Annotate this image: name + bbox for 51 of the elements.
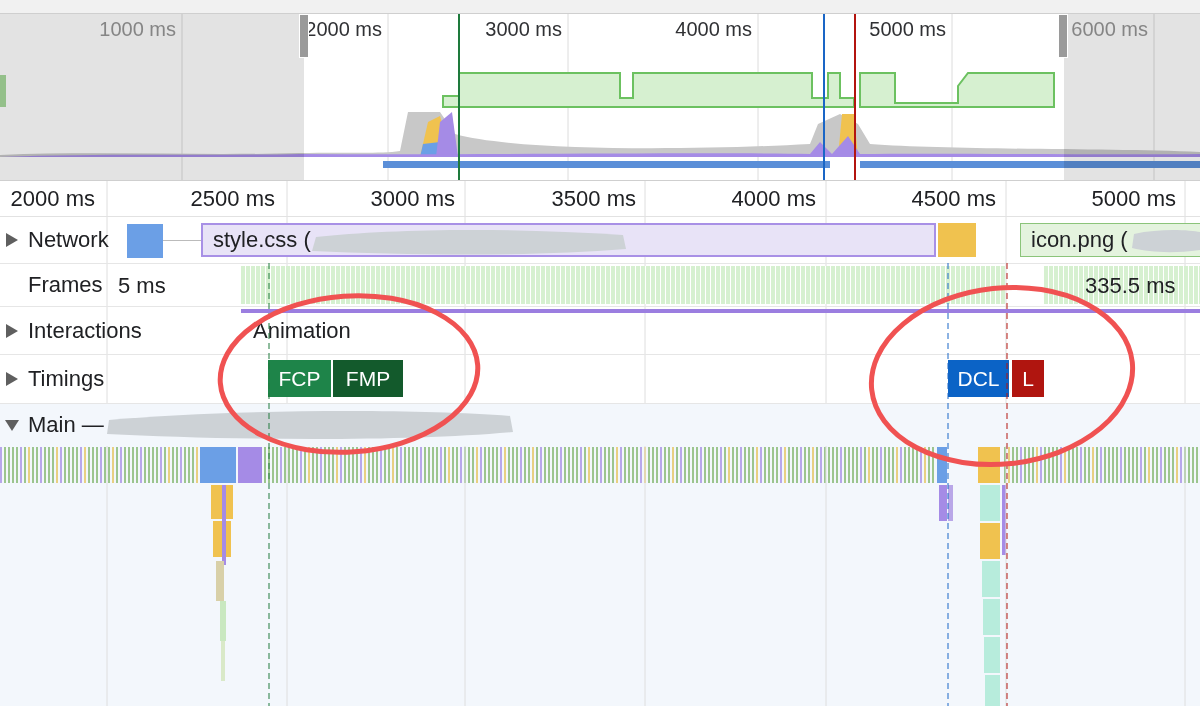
request-bar xyxy=(127,224,163,258)
time-label: 4000 ms xyxy=(675,18,752,41)
task-bar[interactable] xyxy=(937,447,947,483)
redaction-smudge xyxy=(1130,228,1200,254)
time-label: 2000 ms xyxy=(10,186,95,212)
task-bar[interactable] xyxy=(948,485,953,521)
request-name: icon.png ( xyxy=(1031,227,1128,253)
frame-duration: 335.5 ms xyxy=(1085,273,1176,299)
expand-arrow-icon[interactable] xyxy=(5,233,19,247)
interaction-label: Animation xyxy=(253,318,351,344)
time-label: 3000 ms xyxy=(485,18,562,41)
track-label: Frames xyxy=(28,272,103,298)
expand-arrow-icon[interactable] xyxy=(5,372,19,386)
task-bar[interactable] xyxy=(220,601,226,641)
request-bar xyxy=(938,223,976,257)
track-label: Network xyxy=(28,227,109,253)
task-bar[interactable] xyxy=(221,641,225,681)
timing-marker[interactable]: FCP xyxy=(268,360,331,397)
expand-arrow-icon[interactable] xyxy=(5,323,19,338)
time-label: 4000 ms xyxy=(731,186,816,212)
timing-marker[interactable]: FMP xyxy=(333,360,403,397)
task-bar[interactable] xyxy=(980,523,1000,559)
time-label: 3000 ms xyxy=(370,186,455,212)
track-label: Interactions xyxy=(28,317,142,344)
task-bar[interactable] xyxy=(984,637,1000,673)
timing-marker[interactable]: L xyxy=(1012,360,1044,397)
expand-arrow-icon[interactable] xyxy=(5,418,19,432)
task-bar[interactable] xyxy=(1002,485,1006,555)
task-bar[interactable] xyxy=(939,485,947,521)
track-label: Timings xyxy=(28,366,105,392)
time-label: 4500 ms xyxy=(911,186,996,212)
task-bar[interactable] xyxy=(985,675,1000,706)
task-bar[interactable] xyxy=(216,561,224,601)
time-label: 3500 ms xyxy=(551,186,636,212)
track-label: Main — xyxy=(28,412,104,438)
task-bar[interactable] xyxy=(238,447,262,483)
request-name: style.css ( xyxy=(213,227,311,253)
frame-duration: 5 ms xyxy=(118,273,166,299)
time-label: 1000 ms xyxy=(99,18,176,41)
task-bar[interactable] xyxy=(983,599,1000,635)
task-bar[interactable] xyxy=(222,485,226,565)
selection-handle[interactable] xyxy=(1058,14,1068,58)
time-label: 5000 ms xyxy=(1091,186,1176,212)
time-label: 2500 ms xyxy=(190,186,275,212)
time-label: 5000 ms xyxy=(869,18,946,41)
selection-handle[interactable] xyxy=(299,14,309,58)
task-bar[interactable] xyxy=(982,561,1000,597)
task-bar[interactable] xyxy=(200,447,236,483)
time-label: 6000 ms xyxy=(1071,18,1148,41)
task-bar[interactable] xyxy=(980,485,1000,521)
timing-marker[interactable]: DCL xyxy=(948,360,1009,397)
